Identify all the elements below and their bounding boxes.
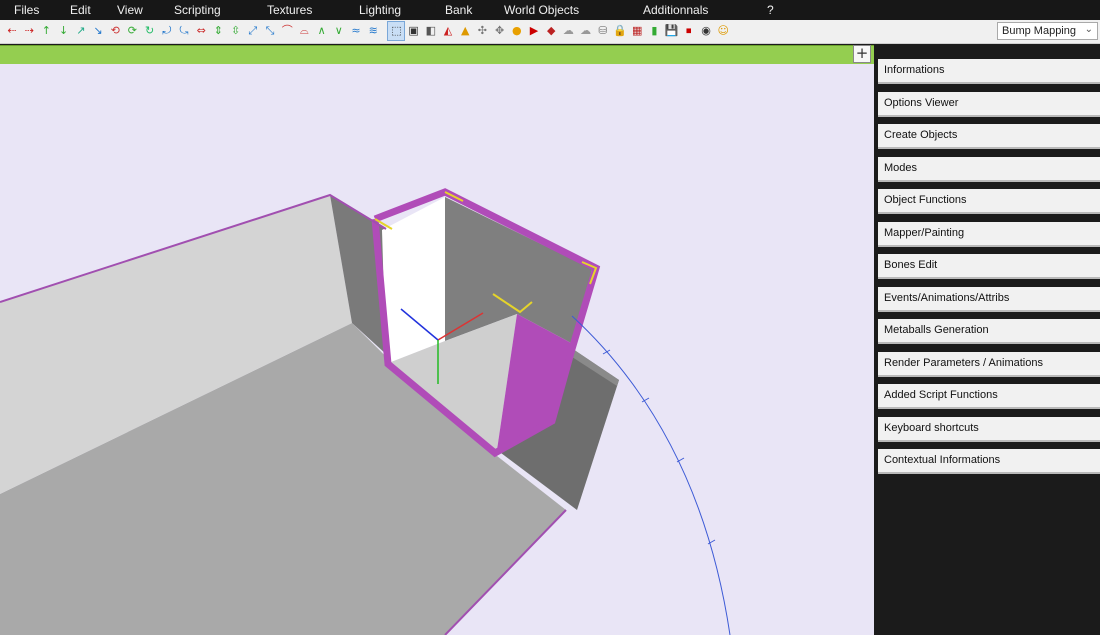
- menu-scripting[interactable]: Scripting: [174, 3, 221, 17]
- snap-icon[interactable]: ✥: [492, 22, 508, 40]
- cloud-alt-icon[interactable]: ☁: [578, 22, 594, 40]
- panel-button-create-objects[interactable]: Create Objects: [878, 124, 1100, 149]
- render-mode-select[interactable]: Bump Mapping ⌄: [997, 22, 1098, 40]
- stop-icon[interactable]: ⏹: [681, 22, 697, 40]
- bottle-icon[interactable]: ▮: [646, 22, 662, 40]
- menu-bar: Files Edit View Scripting Textures Light…: [0, 0, 1100, 20]
- panel-button-object-functions[interactable]: Object Functions: [878, 189, 1100, 214]
- add-button[interactable]: +: [853, 45, 871, 63]
- move-y-icon[interactable]: ↑: [38, 22, 54, 40]
- vertex-icon[interactable]: ✣: [474, 22, 490, 40]
- cube-icon[interactable]: ◧: [423, 22, 439, 40]
- rotate-z-alt-icon[interactable]: ⤿: [176, 22, 192, 40]
- panel-button-options-viewer[interactable]: Options Viewer: [878, 91, 1100, 117]
- panel-button-modes[interactable]: Modes: [878, 156, 1100, 182]
- panel-button-contextual-informations[interactable]: Contextual Informations: [878, 449, 1100, 474]
- menu-additionnals[interactable]: Additionnals: [643, 3, 708, 17]
- panel-button-render-parameters-animations[interactable]: Render Parameters / Animations: [878, 351, 1100, 377]
- menu-textures[interactable]: Textures: [267, 3, 312, 17]
- scale-y-alt-icon[interactable]: ⇳: [228, 22, 244, 40]
- move-z-icon[interactable]: ↗: [73, 22, 89, 40]
- arrow-left-icon[interactable]: ⇠: [4, 22, 20, 40]
- menu-edit[interactable]: Edit: [70, 3, 91, 17]
- toolbar: ⇠ ⇢ ↑ ↓ ↗ ↘ ⟲ ⟳ ↻ ⤾ ⤿ ⇔ ⇕ ⇳ ⤢ ⤡ ⌒ ⌓ ∧ ∨ ≈ ≋ ⬚ ▣ ◧ ◭ ▲ ✣ ✥ ● ▶ ◆ ☁ ☁ ⛁ 🔒 ▦ ▮ 💾 ⏹…: [0, 20, 1100, 44]
- rotate-x-icon[interactable]: ⟲: [107, 22, 123, 40]
- panel-button-events-animations-attribs[interactable]: Events/Animations/Attribs: [878, 286, 1100, 312]
- twist-icon[interactable]: ≈: [348, 22, 364, 40]
- camera-path: [571, 315, 731, 635]
- scene-render: [0, 188, 731, 635]
- bend-alt-icon[interactable]: ⌓: [296, 22, 312, 40]
- light-bulb-icon[interactable]: ●: [509, 22, 525, 40]
- scale-x-icon[interactable]: ⇔: [193, 22, 209, 40]
- scale-z-icon[interactable]: ⤢: [245, 22, 261, 40]
- lock-icon[interactable]: 🔒: [612, 22, 628, 40]
- taper-icon[interactable]: ∧: [314, 22, 330, 40]
- rotate-y-alt-icon[interactable]: ↻: [142, 22, 158, 40]
- move-z-alt-icon[interactable]: ↘: [90, 22, 106, 40]
- timeline-bar[interactable]: [0, 45, 874, 65]
- bucket-icon[interactable]: ⛁: [595, 22, 611, 40]
- menu-lighting[interactable]: Lighting: [359, 3, 401, 17]
- paint-icon[interactable]: ◆: [543, 22, 559, 40]
- menu-bank[interactable]: Bank: [445, 3, 472, 17]
- scale-y-icon[interactable]: ⇕: [210, 22, 226, 40]
- camera-icon[interactable]: ◉: [698, 22, 714, 40]
- side-panel: Informations Options Viewer Create Objects…: [876, 45, 1100, 635]
- scale-z-alt-icon[interactable]: ⤡: [262, 22, 278, 40]
- bend-icon[interactable]: ⌒: [279, 22, 295, 40]
- taper-alt-icon[interactable]: ∨: [331, 22, 347, 40]
- twist-alt-icon[interactable]: ≋: [365, 22, 381, 40]
- rotate-y-icon[interactable]: ⟳: [124, 22, 140, 40]
- cone-icon[interactable]: ▲: [457, 22, 473, 40]
- menu-view[interactable]: View: [117, 3, 143, 17]
- select-icon[interactable]: ⬚: [387, 21, 406, 41]
- panel-button-metaballs-generation[interactable]: Metaballs Generation: [878, 319, 1100, 344]
- panel-button-added-script-functions[interactable]: Added Script Functions: [878, 384, 1100, 409]
- prism-icon[interactable]: ◭: [440, 22, 456, 40]
- arrow-right-icon[interactable]: ⇢: [21, 22, 37, 40]
- cube-select-icon[interactable]: ▣: [406, 22, 422, 40]
- chevron-down-icon: ⌄: [1084, 24, 1093, 35]
- panel-button-mapper-painting[interactable]: Mapper/Painting: [878, 221, 1100, 247]
- panel-button-bones-edit[interactable]: Bones Edit: [878, 254, 1100, 279]
- save-icon[interactable]: 💾: [664, 22, 680, 40]
- smile-icon[interactable]: ☺: [715, 22, 731, 40]
- render-mode-value: Bump Mapping: [1002, 25, 1076, 37]
- menu-world-objects[interactable]: World Objects: [504, 3, 579, 17]
- box-inner-left: [382, 197, 445, 364]
- panel-button-keyboard-shortcuts[interactable]: Keyboard shortcuts: [878, 416, 1100, 442]
- panel-button-informations[interactable]: Informations: [878, 59, 1100, 84]
- menu-help[interactable]: ?: [767, 3, 774, 17]
- rotate-z-icon[interactable]: ⤾: [159, 22, 175, 40]
- 3d-viewport[interactable]: [0, 64, 874, 635]
- move-y-down-icon[interactable]: ↓: [56, 22, 72, 40]
- cloud-icon[interactable]: ☁: [560, 22, 576, 40]
- texture-icon[interactable]: ▦: [629, 22, 645, 40]
- menu-files[interactable]: Files: [14, 3, 39, 17]
- play-icon[interactable]: ▶: [526, 22, 542, 40]
